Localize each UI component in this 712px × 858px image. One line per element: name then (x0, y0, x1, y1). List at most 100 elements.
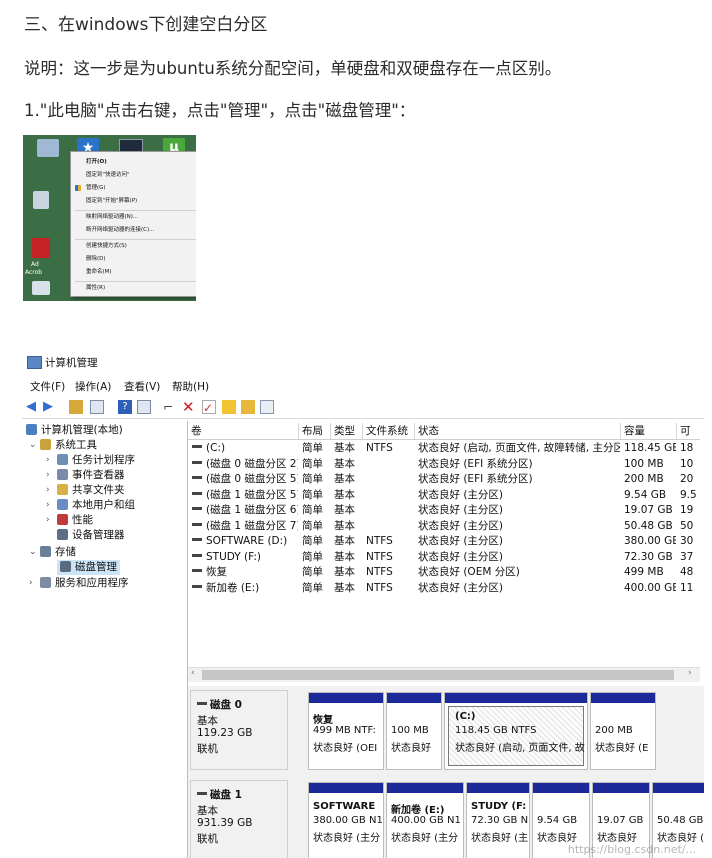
volume-cell-layout: 简单 (302, 457, 323, 470)
volume-cell-layout: 简单 (302, 442, 323, 454)
menu-help[interactable]: 帮助(H) (172, 379, 209, 394)
back-arrow-icon[interactable]: ◀ (26, 400, 40, 414)
scroll-right-icon[interactable]: › (688, 668, 692, 678)
expand-chevron-icon[interactable]: › (46, 455, 50, 465)
services-icon (40, 577, 51, 588)
menu-item-disconnect-drive[interactable]: 断开网络驱动器的连接(C)... (86, 227, 154, 234)
volume-row[interactable]: (磁盘 1 磁盘分区 6) 简单 基本 状态良好 (主分区) 19.07 GB 19 (188, 503, 700, 518)
partition-size: 100 MB (391, 725, 429, 736)
col-free[interactable]: 可 (676, 423, 700, 439)
tree-node[interactable]: 任务计划程序 (57, 453, 135, 468)
tree-node[interactable]: 服务和应用程序 (40, 576, 129, 591)
horizontal-scrollbar[interactable]: ‹ › (188, 667, 700, 682)
col-filesystem[interactable]: 文件系统 (362, 423, 414, 439)
check-icon[interactable]: ✓ (202, 400, 216, 415)
partition-status: 状态良好 (391, 743, 431, 754)
partition-block[interactable]: 新加卷 (E:) 400.00 GB N1 状态良好 (主分 (386, 782, 464, 858)
menu-view[interactable]: 查看(V) (124, 379, 160, 394)
properties-icon[interactable] (137, 400, 151, 414)
disk-header[interactable]: 磁盘 0 基本 119.23 GB 联机 (190, 690, 288, 770)
menu-action[interactable]: 操作(A) (75, 379, 111, 394)
new-item-icon[interactable] (222, 400, 236, 414)
forward-arrow-icon[interactable]: ▶ (43, 400, 57, 414)
partition-status: 状态良好 (537, 833, 577, 844)
volume-cell-name: (磁盘 0 磁盘分区 2) (192, 457, 298, 472)
scroll-left-icon[interactable]: ‹ (191, 668, 195, 678)
menu-bar: 文件(F) 操作(A) 查看(V) 帮助(H) (22, 377, 704, 395)
menu-item-pin-start[interactable]: 固定到"开始"屏幕(P) (86, 198, 137, 205)
partition-block[interactable]: SOFTWARE 380.00 GB N1 状态良好 (主分 (308, 782, 384, 858)
partition-label: (C:) (455, 711, 476, 722)
tree-node[interactable]: 性能 (57, 513, 93, 528)
volume-row[interactable]: 新加卷 (E:) 简单 基本 NTFS 状态良好 (主分区) 400.00 GB 11 (188, 581, 700, 596)
volume-icon (192, 584, 202, 588)
show-hide-tree-icon[interactable] (90, 400, 104, 414)
tree-node[interactable]: 存储 (40, 545, 76, 560)
disk-header[interactable]: 磁盘 1 基本 931.39 GB 联机 (190, 780, 288, 858)
expand-chevron-icon[interactable]: ⌄ (29, 440, 37, 450)
col-layout[interactable]: 布局 (298, 423, 330, 439)
expand-chevron-icon[interactable]: › (46, 485, 50, 495)
tree-node[interactable]: 磁盘管理 (57, 560, 120, 575)
connect-icon[interactable]: ⌐ (163, 400, 177, 414)
partition-status: 状态良好 (597, 833, 637, 844)
volume-cell-type: 基本 (334, 473, 355, 485)
navigation-tree: 计算机管理(本地) ⌄ 系统工具 › 任务计划程序 › 事件查看器 › 共享文件夹 › 本地用户和组… (22, 421, 188, 858)
menu-item-delete[interactable]: 删除(D) (86, 256, 106, 263)
desktop-app-icon (33, 191, 49, 209)
expand-chevron-icon[interactable]: › (46, 500, 50, 510)
volume-row[interactable]: (磁盘 0 磁盘分区 2) 简单 基本 状态良好 (EFI 系统分区) 100 MB 10 (188, 457, 700, 472)
expand-chevron-icon[interactable]: › (46, 470, 50, 480)
partition-label: SOFTWARE (313, 801, 376, 812)
volume-row[interactable]: 恢复 简单 基本 NTFS 状态良好 (OEM 分区) 499 MB 48 (188, 565, 700, 580)
expand-chevron-icon[interactable]: › (46, 515, 50, 525)
volume-row[interactable]: (磁盘 1 磁盘分区 7) 简单 基本 状态良好 (主分区) 50.48 GB 50 (188, 519, 700, 534)
volume-row[interactable]: (磁盘 1 磁盘分区 5) 简单 基本 状态良好 (主分区) 9.54 GB 9.5 (188, 488, 700, 503)
volume-cell-status: 状态良好 (主分区) (418, 519, 504, 532)
tree-node[interactable]: 设备管理器 (57, 528, 125, 543)
menu-item-rename[interactable]: 重命名(M) (86, 269, 112, 276)
partition-block[interactable]: STUDY (F: 72.30 GB N 状态良好 (主 (466, 782, 530, 858)
partition-block[interactable]: 200 MB 状态良好 (E (590, 692, 656, 770)
up-folder-icon[interactable] (69, 400, 83, 414)
volume-icon (192, 476, 202, 479)
menu-item-properties[interactable]: 属性(R) (86, 285, 105, 292)
partition-status: 状态良好 (OEI (313, 743, 378, 754)
volume-cell-status: 状态良好 (启动, 页面文件, 故障转储, 主分区) (418, 442, 620, 454)
help-icon[interactable]: ? (118, 400, 132, 414)
partition-block[interactable]: 100 MB 状态良好 (386, 692, 442, 770)
tree-node[interactable]: 计算机管理(本地) (26, 423, 123, 438)
disk-management-icon (60, 561, 71, 572)
volume-row[interactable]: (磁盘 0 磁盘分区 5) 简单 基本 状态良好 (EFI 系统分区) 200 MB 20 (188, 472, 700, 487)
volume-row[interactable]: (C:) 简单 基本 NTFS 状态良好 (启动, 页面文件, 故障转储, 主分区) 11… (188, 441, 700, 456)
menu-item-manage[interactable]: 管理(G) (86, 185, 106, 192)
menu-file[interactable]: 文件(F) (30, 379, 65, 394)
expand-chevron-icon[interactable]: › (29, 578, 33, 588)
search-folder-icon[interactable] (241, 400, 255, 414)
tree-node[interactable]: 本地用户和组 (57, 498, 135, 513)
partition-block[interactable]: 恢复 499 MB NTF: 状态良好 (OEI (308, 692, 384, 770)
col-status[interactable]: 状态 (414, 423, 620, 439)
volume-cell-layout: 简单 (302, 566, 323, 578)
col-volume[interactable]: 卷 (188, 423, 298, 439)
menu-item-create-shortcut[interactable]: 创建快捷方式(S) (86, 243, 127, 250)
computer-management-icon (26, 424, 37, 435)
col-type[interactable]: 类型 (330, 423, 362, 439)
tree-node[interactable]: 事件查看器 (57, 468, 125, 483)
scroll-thumb[interactable] (202, 670, 674, 680)
window-title: 计算机管理 (45, 357, 98, 369)
menu-item-map-drive[interactable]: 映射网络驱动器(N)... (86, 214, 138, 221)
col-capacity[interactable]: 容量 (620, 423, 676, 439)
layout-icon[interactable] (260, 400, 274, 414)
tree-node[interactable]: 共享文件夹 (57, 483, 125, 498)
volume-name: STUDY (F:) (206, 550, 261, 563)
volume-row[interactable]: SOFTWARE (D:) 简单 基本 NTFS 状态良好 (主分区) 380.00 GB… (188, 534, 700, 549)
expand-chevron-icon[interactable]: ⌄ (29, 547, 37, 557)
menu-item-open[interactable]: 打开(O) (86, 159, 107, 166)
menu-separator (75, 210, 196, 211)
menu-item-pin-quick-access[interactable]: 固定到"快速访问" (86, 172, 130, 179)
delete-icon[interactable]: ✕ (182, 400, 196, 415)
partition-block[interactable]: (C:) 118.45 GB NTFS 状态良好 (启动, 页面文件, 故 (444, 692, 588, 770)
tree-node[interactable]: 系统工具 (40, 438, 97, 453)
volume-row[interactable]: STUDY (F:) 简单 基本 NTFS 状态良好 (主分区) 72.30 GB 37 (188, 550, 700, 565)
